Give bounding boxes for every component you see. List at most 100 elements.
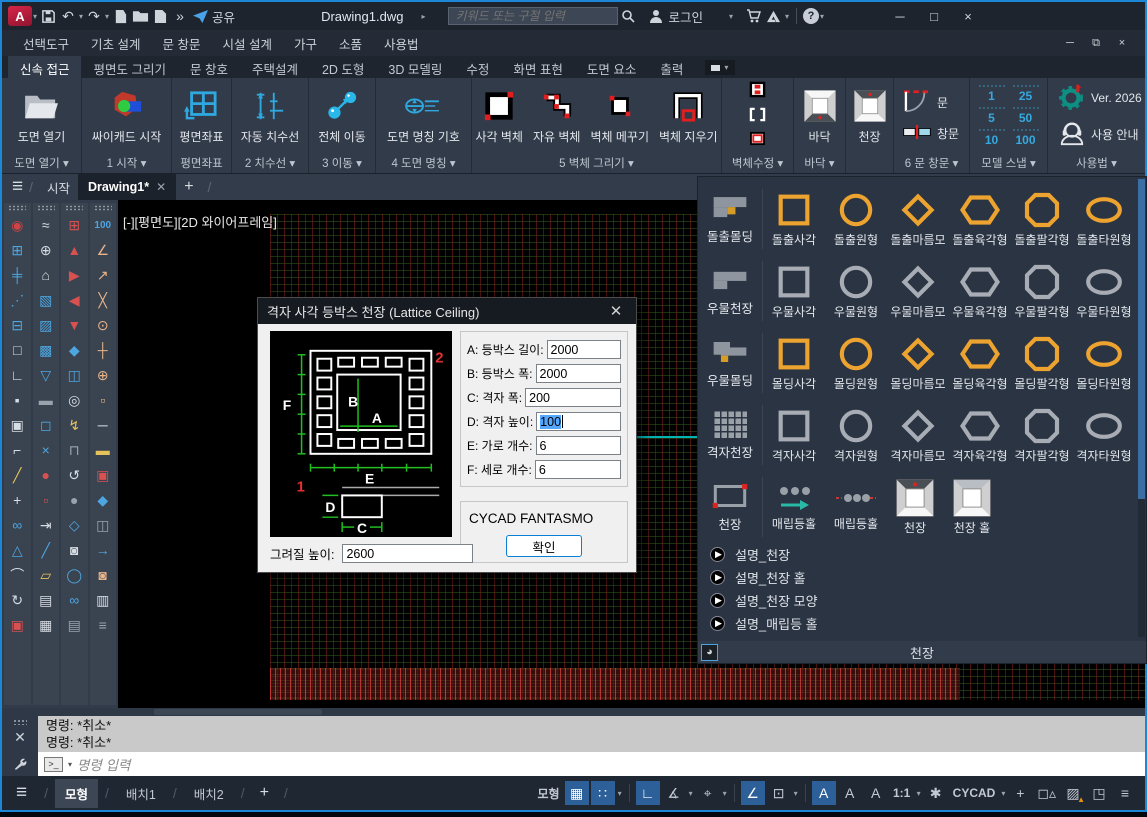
free-wall-button[interactable]: 자유 벽체: [531, 87, 583, 145]
group-move[interactable]: 3 이동 ▾: [309, 153, 375, 173]
group-floor[interactable]: 바닥 ▾: [794, 153, 845, 173]
linear-dim-icon[interactable]: ─: [90, 413, 115, 438]
palette-item[interactable]: 몰딩팔각형: [1011, 334, 1073, 392]
palette-item[interactable]: 매립등홀: [825, 482, 887, 532]
palette-item[interactable]: 천장: [888, 478, 942, 536]
version-button[interactable]: Ver. 2026: [1058, 83, 1142, 114]
mirror-tool-icon[interactable]: △: [5, 538, 30, 563]
user-icon[interactable]: [646, 6, 666, 26]
window-button[interactable]: 창문: [902, 124, 959, 143]
palette-item[interactable]: 돌출사각: [763, 190, 825, 248]
isolate-objects-icon[interactable]: ◻▵: [1034, 781, 1059, 805]
tab-house-design[interactable]: 주택설계: [240, 56, 310, 78]
login-label[interactable]: 로그인: [668, 7, 703, 26]
red-frame-icon[interactable]: ▣: [90, 463, 115, 488]
plot-icon[interactable]: [110, 6, 130, 26]
help-caret-icon[interactable]: ▾: [820, 12, 824, 21]
cube-3d-icon[interactable]: ◆: [62, 338, 87, 363]
group-model-snap[interactable]: 모델 스냅 ▾: [970, 153, 1047, 173]
circle-tool-icon[interactable]: ⊕: [33, 238, 58, 263]
blue-cube-icon[interactable]: ◆: [90, 488, 115, 513]
dialog-titlebar[interactable]: 격자 사각 등박스 천장 (Lattice Ceiling) ✕: [258, 298, 636, 324]
group-door-window[interactable]: 6 문 창문 ▾: [894, 153, 969, 173]
wall-fill-icon[interactable]: ▪: [5, 388, 30, 413]
layers-tool-icon[interactable]: ≡: [90, 613, 115, 638]
disclosure-ceiling-shape[interactable]: ▶설명_천장 모양: [698, 589, 1146, 612]
group-wall-edit[interactable]: 벽체수정 ▾: [722, 153, 793, 173]
offset-up-icon[interactable]: ▲: [62, 238, 87, 263]
palette-item[interactable]: 격자원형: [825, 406, 887, 464]
dropdown-caret-icon[interactable]: ▾: [689, 789, 693, 798]
search-expand-caret-icon[interactable]: ▸: [421, 12, 425, 21]
palette-item[interactable]: 천장 홀: [942, 478, 1002, 536]
palette-item[interactable]: 우물타원형: [1073, 262, 1135, 320]
tab-quick-access[interactable]: 신속 접근: [8, 56, 81, 78]
wrench-icon[interactable]: [13, 757, 27, 776]
doc-minimize-button[interactable]: ─: [1057, 34, 1083, 52]
tab-drawing1[interactable]: Drawing1*✕: [78, 174, 176, 200]
maximize-button[interactable]: □: [917, 4, 951, 28]
group-start[interactable]: 1 시작 ▾: [82, 153, 171, 173]
menu-usage[interactable]: 사용법: [373, 34, 430, 53]
menu-select-tools[interactable]: 선택도구: [12, 34, 80, 53]
palette-item[interactable]: 격자사각: [763, 406, 825, 464]
field-input-f[interactable]: 6: [535, 460, 621, 479]
snap-100-button[interactable]: 100: [1013, 129, 1039, 147]
open-drawing-button[interactable]: 도면 열기: [16, 87, 68, 145]
camera-tool-icon[interactable]: ◙: [62, 538, 87, 563]
wedge-3d-icon[interactable]: ▽: [33, 363, 58, 388]
field-input-e[interactable]: 6: [536, 436, 621, 455]
polygon-tool-icon[interactable]: ⌂: [33, 263, 58, 288]
user-guide-button[interactable]: 사용 안내: [1058, 120, 1139, 149]
zoom-window-icon[interactable]: ◎: [62, 388, 87, 413]
palette-item[interactable]: 몰딩육각형: [949, 334, 1011, 392]
quick-view-icon[interactable]: ↯: [62, 413, 87, 438]
command-prompt-icon[interactable]: >_: [44, 757, 63, 772]
door-button[interactable]: 문: [902, 89, 948, 116]
category-well-ceiling[interactable]: 우물천장: [698, 255, 762, 327]
command-input[interactable]: >_ ▾ 명령 입력: [38, 752, 1145, 776]
file-tabs-menu-icon[interactable]: ≡: [12, 176, 23, 198]
disclosure-ceiling[interactable]: ▶설명_천장: [698, 543, 1146, 566]
palette-item[interactable]: 격자팔각형: [1011, 406, 1073, 464]
redo-icon[interactable]: ↷: [84, 6, 104, 26]
camera-capture-icon[interactable]: ◙: [90, 563, 115, 588]
angle-snap-icon[interactable]: ∠: [741, 781, 765, 805]
pline-tool-icon[interactable]: ▣: [5, 613, 30, 638]
annotation-visibility-icon[interactable]: A: [812, 781, 836, 805]
explode-tool-icon[interactable]: ●: [33, 463, 58, 488]
tab-2d-shapes[interactable]: 2D 도형: [310, 56, 376, 78]
app-logo[interactable]: A: [8, 6, 32, 26]
doc-close-button[interactable]: ×: [1109, 34, 1135, 52]
search-icon[interactable]: [618, 6, 638, 26]
offset-left-icon[interactable]: ◀: [62, 288, 87, 313]
layout-tab-layout2[interactable]: 배치2: [184, 779, 234, 808]
table-tool-icon[interactable]: ▦: [33, 613, 58, 638]
osnap-tracking-icon[interactable]: ⌖: [696, 781, 720, 805]
search-input[interactable]: [448, 7, 618, 25]
disclosure-ceiling-hole[interactable]: ▶설명_천장 홀: [698, 566, 1146, 589]
fillet-tool-icon[interactable]: ⌒: [5, 563, 30, 588]
grid-point-icon[interactable]: ┼: [90, 338, 115, 363]
command-history[interactable]: 명령: *취소* 명령: *취소*: [38, 716, 1145, 752]
group-open[interactable]: 도면 열기 ▾: [2, 153, 81, 173]
free-wall-icon[interactable]: ∟: [5, 363, 30, 388]
annotation-autoscale-icon[interactable]: A: [838, 781, 862, 805]
floor-button[interactable]: 바닥: [801, 87, 839, 145]
toolbar-grip[interactable]: [65, 205, 83, 211]
dynamic-input-icon[interactable]: ⊡: [767, 781, 791, 805]
wall-edit-icon[interactable]: ▣: [5, 413, 30, 438]
dialog-close-icon[interactable]: ✕: [605, 302, 627, 320]
box-view-icon[interactable]: ◇: [62, 513, 87, 538]
close-button[interactable]: ×: [951, 4, 985, 28]
palette-item[interactable]: 격자육각형: [949, 406, 1011, 464]
workspace-label[interactable]: CYCAD: [950, 781, 999, 805]
snap-1-button[interactable]: 1: [979, 85, 1005, 103]
layout-tool-icon[interactable]: ▤: [62, 613, 87, 638]
command-close-icon[interactable]: ✕: [14, 729, 26, 745]
plan-window-icon[interactable]: ⊞: [5, 238, 30, 263]
rect-wall-icon[interactable]: □: [5, 338, 30, 363]
plan-coordinates-button[interactable]: 평면좌표: [177, 87, 225, 145]
bench-tool-icon[interactable]: ⊓: [62, 438, 87, 463]
group-coord[interactable]: 평면좌표: [172, 153, 231, 173]
